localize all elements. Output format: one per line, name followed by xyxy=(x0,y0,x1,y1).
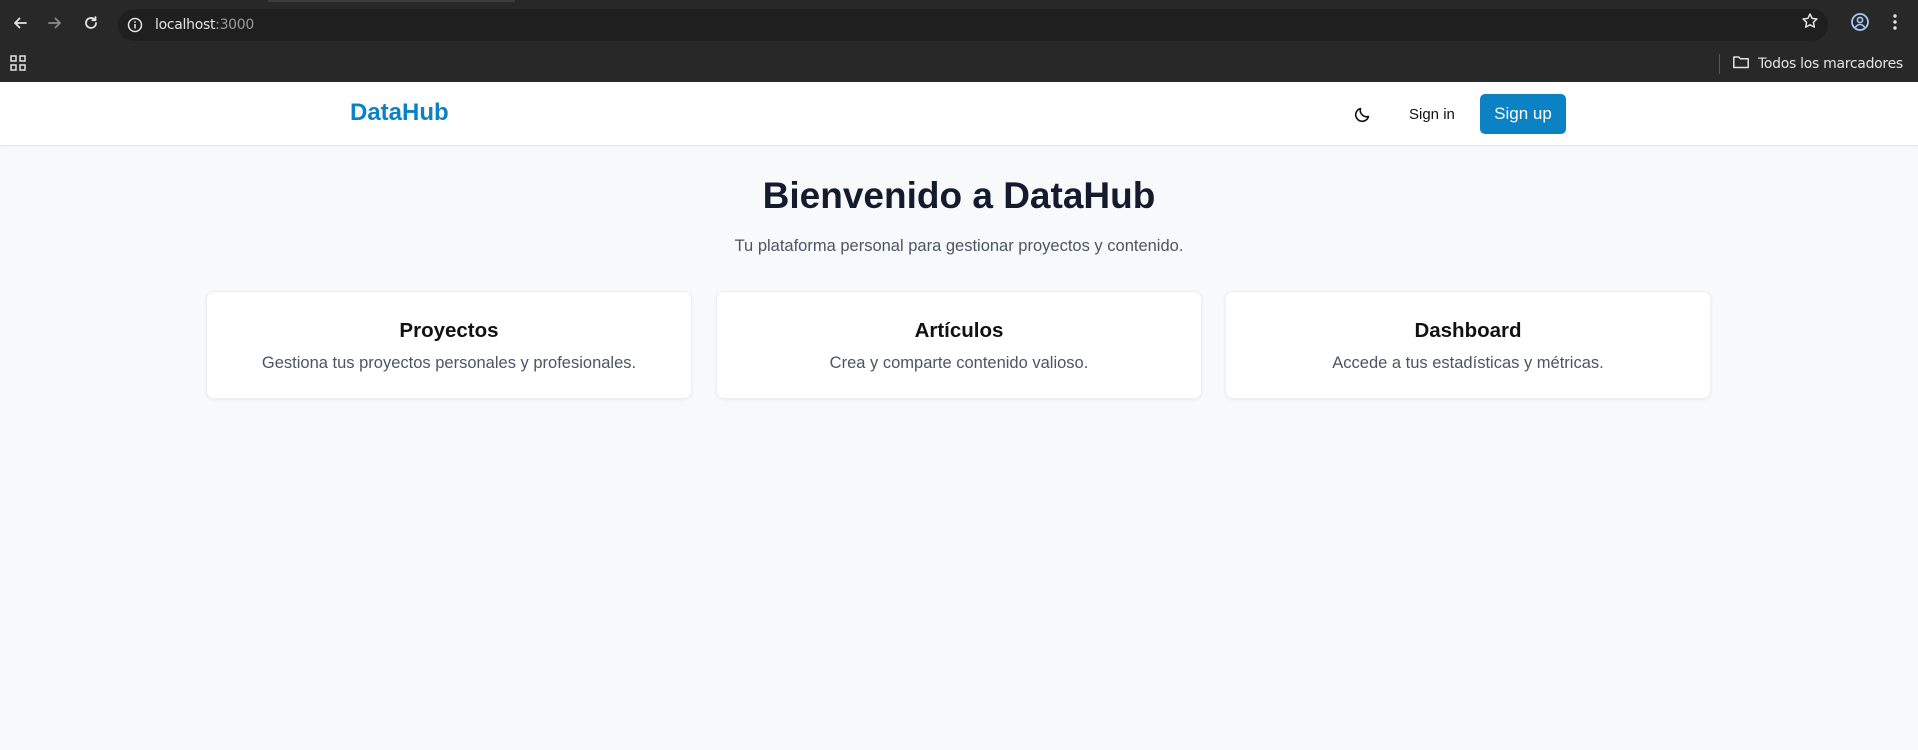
url-host: localhost xyxy=(155,17,216,33)
card-title: Artículos xyxy=(914,319,1004,342)
sign-in-button[interactable]: Sign in xyxy=(1394,96,1470,132)
reload-icon[interactable] xyxy=(79,11,103,35)
card-articulos[interactable]: Artículos Crea y comparte contenido vali… xyxy=(716,291,1202,399)
back-arrow-icon[interactable] xyxy=(8,11,32,35)
url-text: localhost:3000 xyxy=(155,17,254,33)
card-description: Crea y comparte contenido valioso. xyxy=(829,354,1089,372)
profile-icon[interactable] xyxy=(1849,11,1871,33)
bookmarks-bar: Todos los marcadores xyxy=(0,46,1918,82)
bookmarks-folder-label: Todos los marcadores xyxy=(1758,56,1903,72)
moon-icon[interactable] xyxy=(1350,101,1376,127)
info-icon[interactable] xyxy=(126,16,144,34)
page-title: Bienvenido a DataHub xyxy=(762,175,1156,216)
brand-logo[interactable]: DataHub xyxy=(350,99,449,127)
folder-icon xyxy=(1732,54,1750,74)
page-subtitle: Tu plataforma personal para gestionar pr… xyxy=(734,237,1184,255)
bookmarks-folder[interactable]: Todos los marcadores xyxy=(1732,52,1903,76)
forward-arrow-icon[interactable] xyxy=(43,11,67,35)
card-description: Gestiona tus proyectos personales y prof… xyxy=(261,354,637,372)
apps-grid-icon[interactable] xyxy=(9,54,27,72)
browser-chrome: localhost:3000 Todos los marcadores xyxy=(0,0,1918,82)
address-bar[interactable]: localhost:3000 xyxy=(118,9,1828,41)
card-dashboard[interactable]: Dashboard Accede a tus estadísticas y mé… xyxy=(1225,291,1711,399)
card-title: Proyectos xyxy=(399,319,499,342)
card-proyectos[interactable]: Proyectos Gestiona tus proyectos persona… xyxy=(206,291,692,399)
card-description: Accede a tus estadísticas y métricas. xyxy=(1332,354,1604,372)
card-title: Dashboard xyxy=(1414,319,1522,342)
star-icon[interactable] xyxy=(1800,11,1820,31)
sign-up-button[interactable]: Sign up xyxy=(1480,94,1566,134)
app-header: DataHub Sign in Sign up xyxy=(0,82,1918,146)
url-port: :3000 xyxy=(215,17,255,33)
browser-toolbar: localhost:3000 xyxy=(0,2,1918,46)
kebab-menu-icon[interactable] xyxy=(1887,11,1903,33)
bookmarks-divider xyxy=(1719,54,1720,74)
